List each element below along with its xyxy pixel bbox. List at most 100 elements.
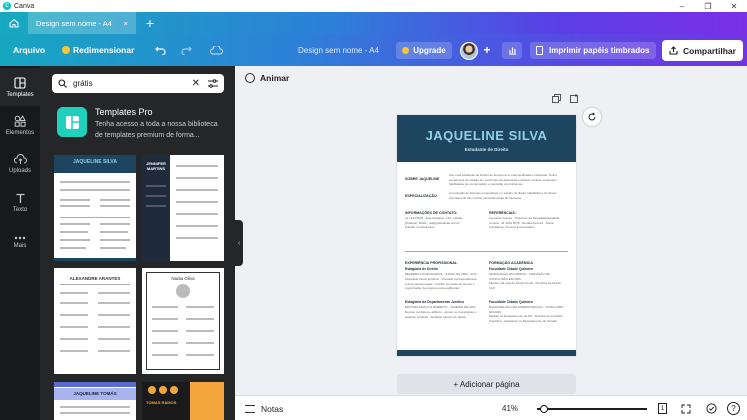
close-tab-icon[interactable]: × (124, 19, 128, 28)
template-thumbnail[interactable]: JAQUELINE TOMÁS (54, 382, 136, 420)
refresh-icon[interactable] (583, 108, 601, 126)
specialization-label[interactable]: ESPECIALIZAÇÃO (405, 194, 437, 198)
template-thumbnail[interactable]: Nadia Oliva (142, 268, 224, 374)
new-tab-button[interactable]: + (136, 12, 164, 34)
collapse-panel-button[interactable]: ‹ (235, 220, 243, 266)
rail-item-templates[interactable]: Templates (0, 68, 40, 106)
resume-name[interactable]: JAQUELINE SILVA (397, 128, 576, 143)
template-thumbnail[interactable]: ALEXANDRE ARANTES (54, 268, 136, 374)
print-letterheads-button[interactable]: Imprimir papéis timbrados (530, 42, 656, 59)
clear-search-icon[interactable]: ✕ (192, 78, 200, 89)
search-query: grátis (73, 79, 93, 88)
template-title: JENNIFER MARTINS (146, 161, 166, 171)
animate-icon (245, 73, 255, 83)
templates-pro-icon (57, 107, 87, 137)
experience-2-title[interactable]: Estagiária do Departamento Jurídico (405, 300, 464, 304)
about-text[interactable]: Sou uma estudante de Direito do terceiro… (449, 173, 569, 187)
templates-pro-promo[interactable]: Templates Pro Tenha acesso a toda a noss… (57, 107, 232, 141)
references-label[interactable]: REFERÊNCIAS: (489, 211, 516, 215)
bottom-bar: Notas 41% 1 ? (235, 395, 747, 420)
minimize-icon[interactable]: – (669, 0, 695, 12)
page-actions (545, 92, 581, 104)
cloud-sync-icon[interactable] (208, 34, 224, 66)
rail-item-elements[interactable]: Elementos (0, 106, 40, 144)
undo-icon[interactable] (152, 34, 168, 66)
education-2-title[interactable]: Faculdade Cidade Quimera (489, 300, 533, 304)
add-user-button[interactable]: + (480, 34, 494, 66)
education-1-title[interactable]: Faculdade Cidade Quimera (489, 267, 533, 271)
animate-label: Animar (260, 73, 290, 83)
experience-1-text[interactable]: Pesquisar casos jurídicos · Preparar cor… (405, 277, 477, 295)
education-label[interactable]: FORMAÇÃO ACADÊMICA (489, 261, 533, 265)
resume-footer (397, 350, 576, 356)
rail-label: Mais (13, 242, 27, 249)
redo-icon[interactable] (178, 34, 194, 66)
animate-button[interactable]: Animar (245, 73, 289, 83)
add-page-button[interactable]: + Adicionar página (397, 374, 576, 394)
template-thumbnail[interactable]: JAQUELINE SILVA (54, 155, 136, 261)
page-count-button[interactable]: 1 (656, 402, 669, 415)
templates-icon (14, 76, 26, 89)
experience-label[interactable]: EXPERIÊNCIA PROFISSIONAL (405, 261, 457, 265)
education-2-text[interactable]: Estágio no Departamento de RH · Bolsista… (489, 314, 567, 328)
maximize-icon[interactable]: ❐ (695, 0, 721, 12)
experience-2-text[interactable]: Revisar contratos e aditivos · Apoiar co… (405, 310, 477, 324)
document-title[interactable]: Design sem nome - A4 (298, 34, 379, 66)
help-button[interactable]: ? (727, 402, 740, 415)
experience-1-title[interactable]: Estagiária de Direito (405, 267, 438, 271)
canvas-area: Animar JAQUELINE SILVA Estudante de Dire… (235, 66, 747, 395)
specialization-text[interactable]: A resolução de disputas corporativas e o… (449, 191, 569, 201)
divider (405, 251, 568, 252)
rail-label: Elementos (5, 129, 35, 136)
rail-item-more[interactable]: Mais (0, 223, 40, 261)
education-1-org[interactable]: GRADUAÇÃO EM DIREITO · PREVISÃO DE CONCL… (489, 272, 567, 281)
resume-role[interactable]: Estudante de Direito (397, 147, 576, 152)
canva-logo-icon: C (3, 2, 11, 10)
promo-title: Templates Pro (95, 107, 153, 117)
share-label: Compartilhar (683, 45, 736, 56)
home-icon[interactable] (0, 12, 28, 34)
rail-item-text[interactable]: Texto (0, 184, 40, 222)
window-title: Canva (14, 2, 35, 10)
notes-label: Notas (261, 403, 284, 414)
user-avatar[interactable] (460, 42, 478, 60)
template-title: TOMAS RAMOS (146, 400, 177, 405)
notes-icon (245, 404, 255, 413)
education-1-text[interactable]: Membro da Liga de Direito Penal · Monito… (489, 281, 567, 295)
about-label[interactable]: SOBRE JAQUELINE (405, 177, 439, 181)
insights-icon[interactable] (502, 42, 522, 59)
contact-text[interactable]: 11 1234 5678 · Rua Qualquer, 123, Cidade… (405, 216, 475, 234)
file-menu-button[interactable]: Arquivo (13, 34, 45, 66)
filter-icon[interactable] (208, 79, 218, 88)
notes-button[interactable]: Notas (245, 396, 283, 420)
contact-label[interactable]: INFORMAÇÕES DE CONTATO: (405, 211, 457, 215)
window-titlebar: C Canva – ❐ ✕ (0, 0, 747, 12)
crown-icon (402, 47, 410, 54)
education-2-org[interactable]: BACHARELADO EM ADMINISTRAÇÃO · CONCLUÍDO… (489, 305, 567, 314)
zoom-slider[interactable] (537, 405, 647, 413)
print-label: Imprimir papéis timbrados (549, 46, 650, 55)
templates-panel: grátis ✕ Templates Pro Tenha acesso a to… (40, 66, 235, 420)
zoom-level[interactable]: 41% (502, 396, 518, 420)
upgrade-label: Upgrade (413, 46, 446, 55)
share-button[interactable]: Compartilhar (662, 40, 743, 61)
check-icon[interactable] (705, 402, 718, 415)
tab-design[interactable]: Design sem nome - A4 × (28, 12, 136, 34)
template-thumbnail[interactable]: TOMAS RAMOS (142, 382, 224, 420)
design-page[interactable]: JAQUELINE SILVA Estudante de Direito SOB… (397, 115, 576, 356)
fullscreen-icon[interactable] (679, 402, 692, 415)
rail-item-uploads[interactable]: Uploads (0, 145, 40, 183)
template-search-input[interactable]: grátis ✕ (52, 74, 224, 93)
template-thumbnail[interactable]: JENNIFER MARTINS (142, 155, 224, 261)
zoom-slider-handle[interactable] (540, 405, 548, 413)
upgrade-button[interactable]: Upgrade (396, 42, 452, 59)
promo-description-line2: de templates premium de forma... (95, 132, 200, 139)
crown-icon (62, 46, 70, 54)
add-page-icon[interactable] (567, 92, 581, 104)
left-rail: Templates Elementos Uploads Texto Mais (0, 66, 40, 420)
duplicate-page-icon[interactable] (549, 92, 563, 104)
resize-button[interactable]: Redimensionar (62, 34, 134, 66)
close-window-icon[interactable]: ✕ (721, 0, 747, 12)
references-text[interactable]: Leonardo Gomes · Professor da Faculdade … (489, 216, 567, 243)
tab-bar: Design sem nome - A4 × + (0, 12, 747, 34)
